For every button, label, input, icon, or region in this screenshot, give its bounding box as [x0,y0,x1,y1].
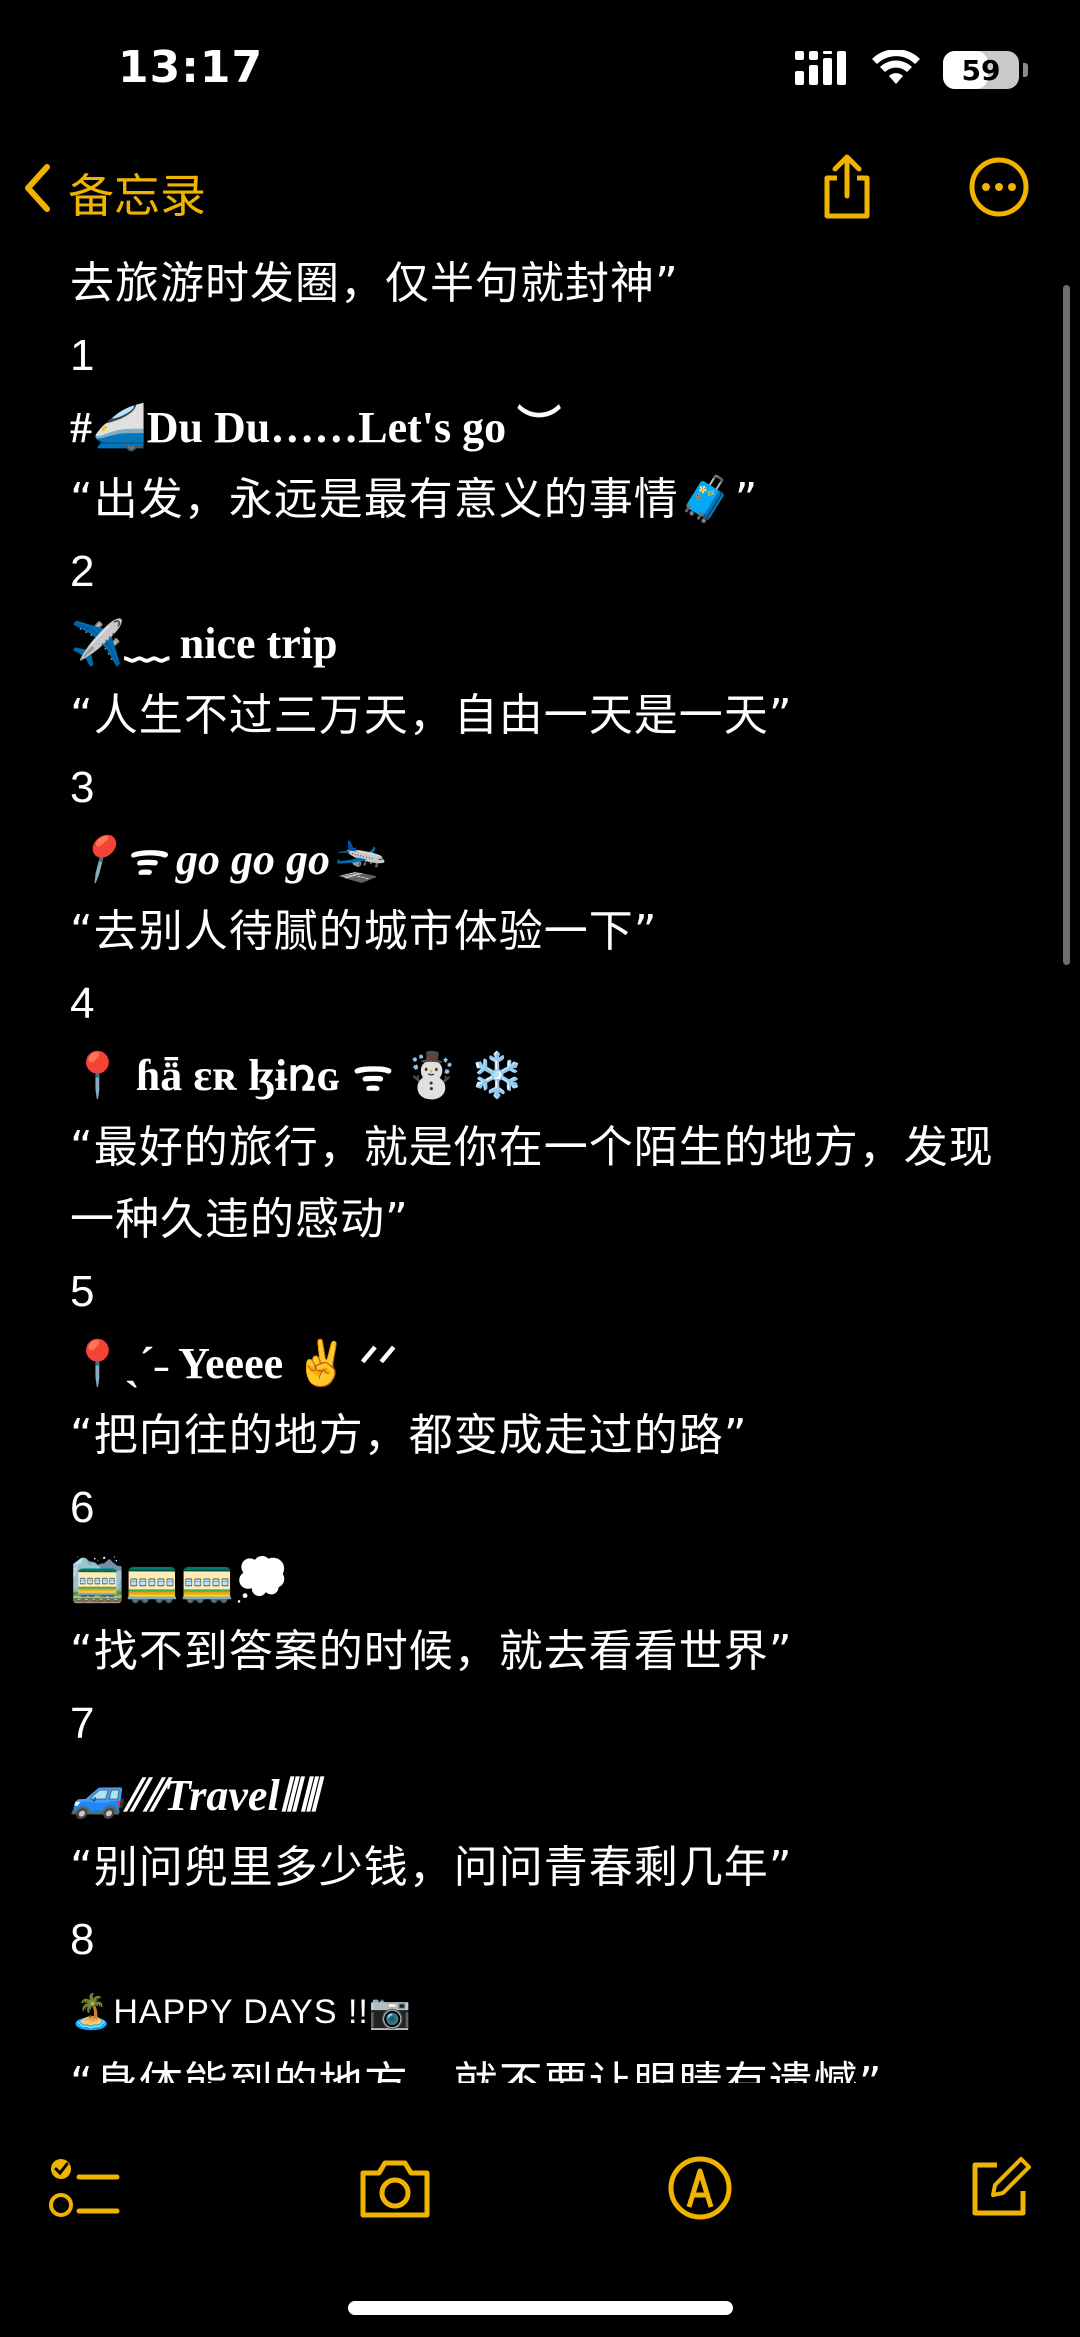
note-line: 📍ᯤ go go go🛬 [70,835,385,884]
note-line: “别问兜里多少钱，问问青春剩几年” [70,1842,793,1893]
note-line: 🏝️HAPPY DAYS !!📷 [70,1993,413,2031]
share-button[interactable] [812,154,882,224]
note-line: 5 [70,1267,95,1316]
compose-button[interactable] [955,2145,1045,2235]
markup-button[interactable] [655,2145,745,2235]
note-line: 去旅游时发圈，仅半句就封神” [70,258,679,309]
battery-cap [1023,63,1028,77]
back-label: 备忘录 [68,169,206,223]
note-line: 6 [70,1483,95,1532]
note-line: “找不到答案的时候，就去看看世界” [70,1626,793,1677]
note-body[interactable]: 去旅游时发圈，仅半句就封神” 1 #🚄Du Du……Let's go ︶ “出发，永远… [70,248,1020,2083]
more-button[interactable] [964,154,1034,224]
note-line: 3 [70,763,95,812]
note-line: 📍 ɦǟ ɛʀ ɮɨռɢ ᯤ ☃️ ❄️ [70,1051,525,1100]
note-line: 📍ˎˊ˗ Yeeee ✌️ ᐟᐟ [70,1339,398,1388]
note-line: “把向往的地方，都变成走过的路” [70,1410,748,1461]
scrollbar[interactable] [1063,285,1070,965]
cellular-signal-icon [795,51,849,89]
note-line: 🚙⫽⫽Travel⦀⦀ [70,1771,319,1820]
note-line: “去别人待腻的城市体验一下” [70,906,658,957]
status-icons: 59 [795,49,1028,90]
ellipsis-circle-icon [968,156,1030,222]
camera-icon [357,2157,433,2223]
wifi-icon [871,49,921,90]
note-line: 8 [70,1915,95,1964]
checklist-icon [49,2155,121,2225]
note-line: 2 [70,547,95,596]
camera-button[interactable] [350,2145,440,2235]
nav-bar: 备忘录 [0,140,1080,244]
home-indicator[interactable] [348,2301,733,2315]
status-time: 13:17 [118,42,264,93]
note-line: 7 [70,1699,95,1748]
note-line: 1 [70,331,95,380]
compose-icon [967,2155,1033,2225]
share-icon [819,154,875,224]
back-button[interactable]: 备忘录 [22,160,206,226]
note-line: 🚞🚃🚃💭 [70,1555,290,1604]
note-line: “身体能到的地方，就不要让眼睛有遗憾” [70,2048,1020,2083]
note-line: ✈️﹏ nice trip [70,619,338,668]
note-line: 4 [70,979,95,1028]
checklist-button[interactable] [40,2145,130,2235]
note-line: “人生不过三万天，自由一天是一天” [70,690,793,741]
battery-percent: 59 [961,53,1001,87]
chevron-left-icon [22,162,52,225]
bottom-toolbar [0,2135,1080,2245]
markup-pen-icon [667,2155,733,2225]
note-line: “出发，永远是最有意义的事情🧳” [70,474,759,525]
note-line: #🚄Du Du……Let's go ︶ [70,403,562,452]
note-line: “最好的旅行，就是你在一个陌生的地方，发现一种久违的感动” [70,1122,994,1245]
status-bar: 13:17 59 [0,0,1080,140]
battery-icon: 59 [943,51,1019,89]
